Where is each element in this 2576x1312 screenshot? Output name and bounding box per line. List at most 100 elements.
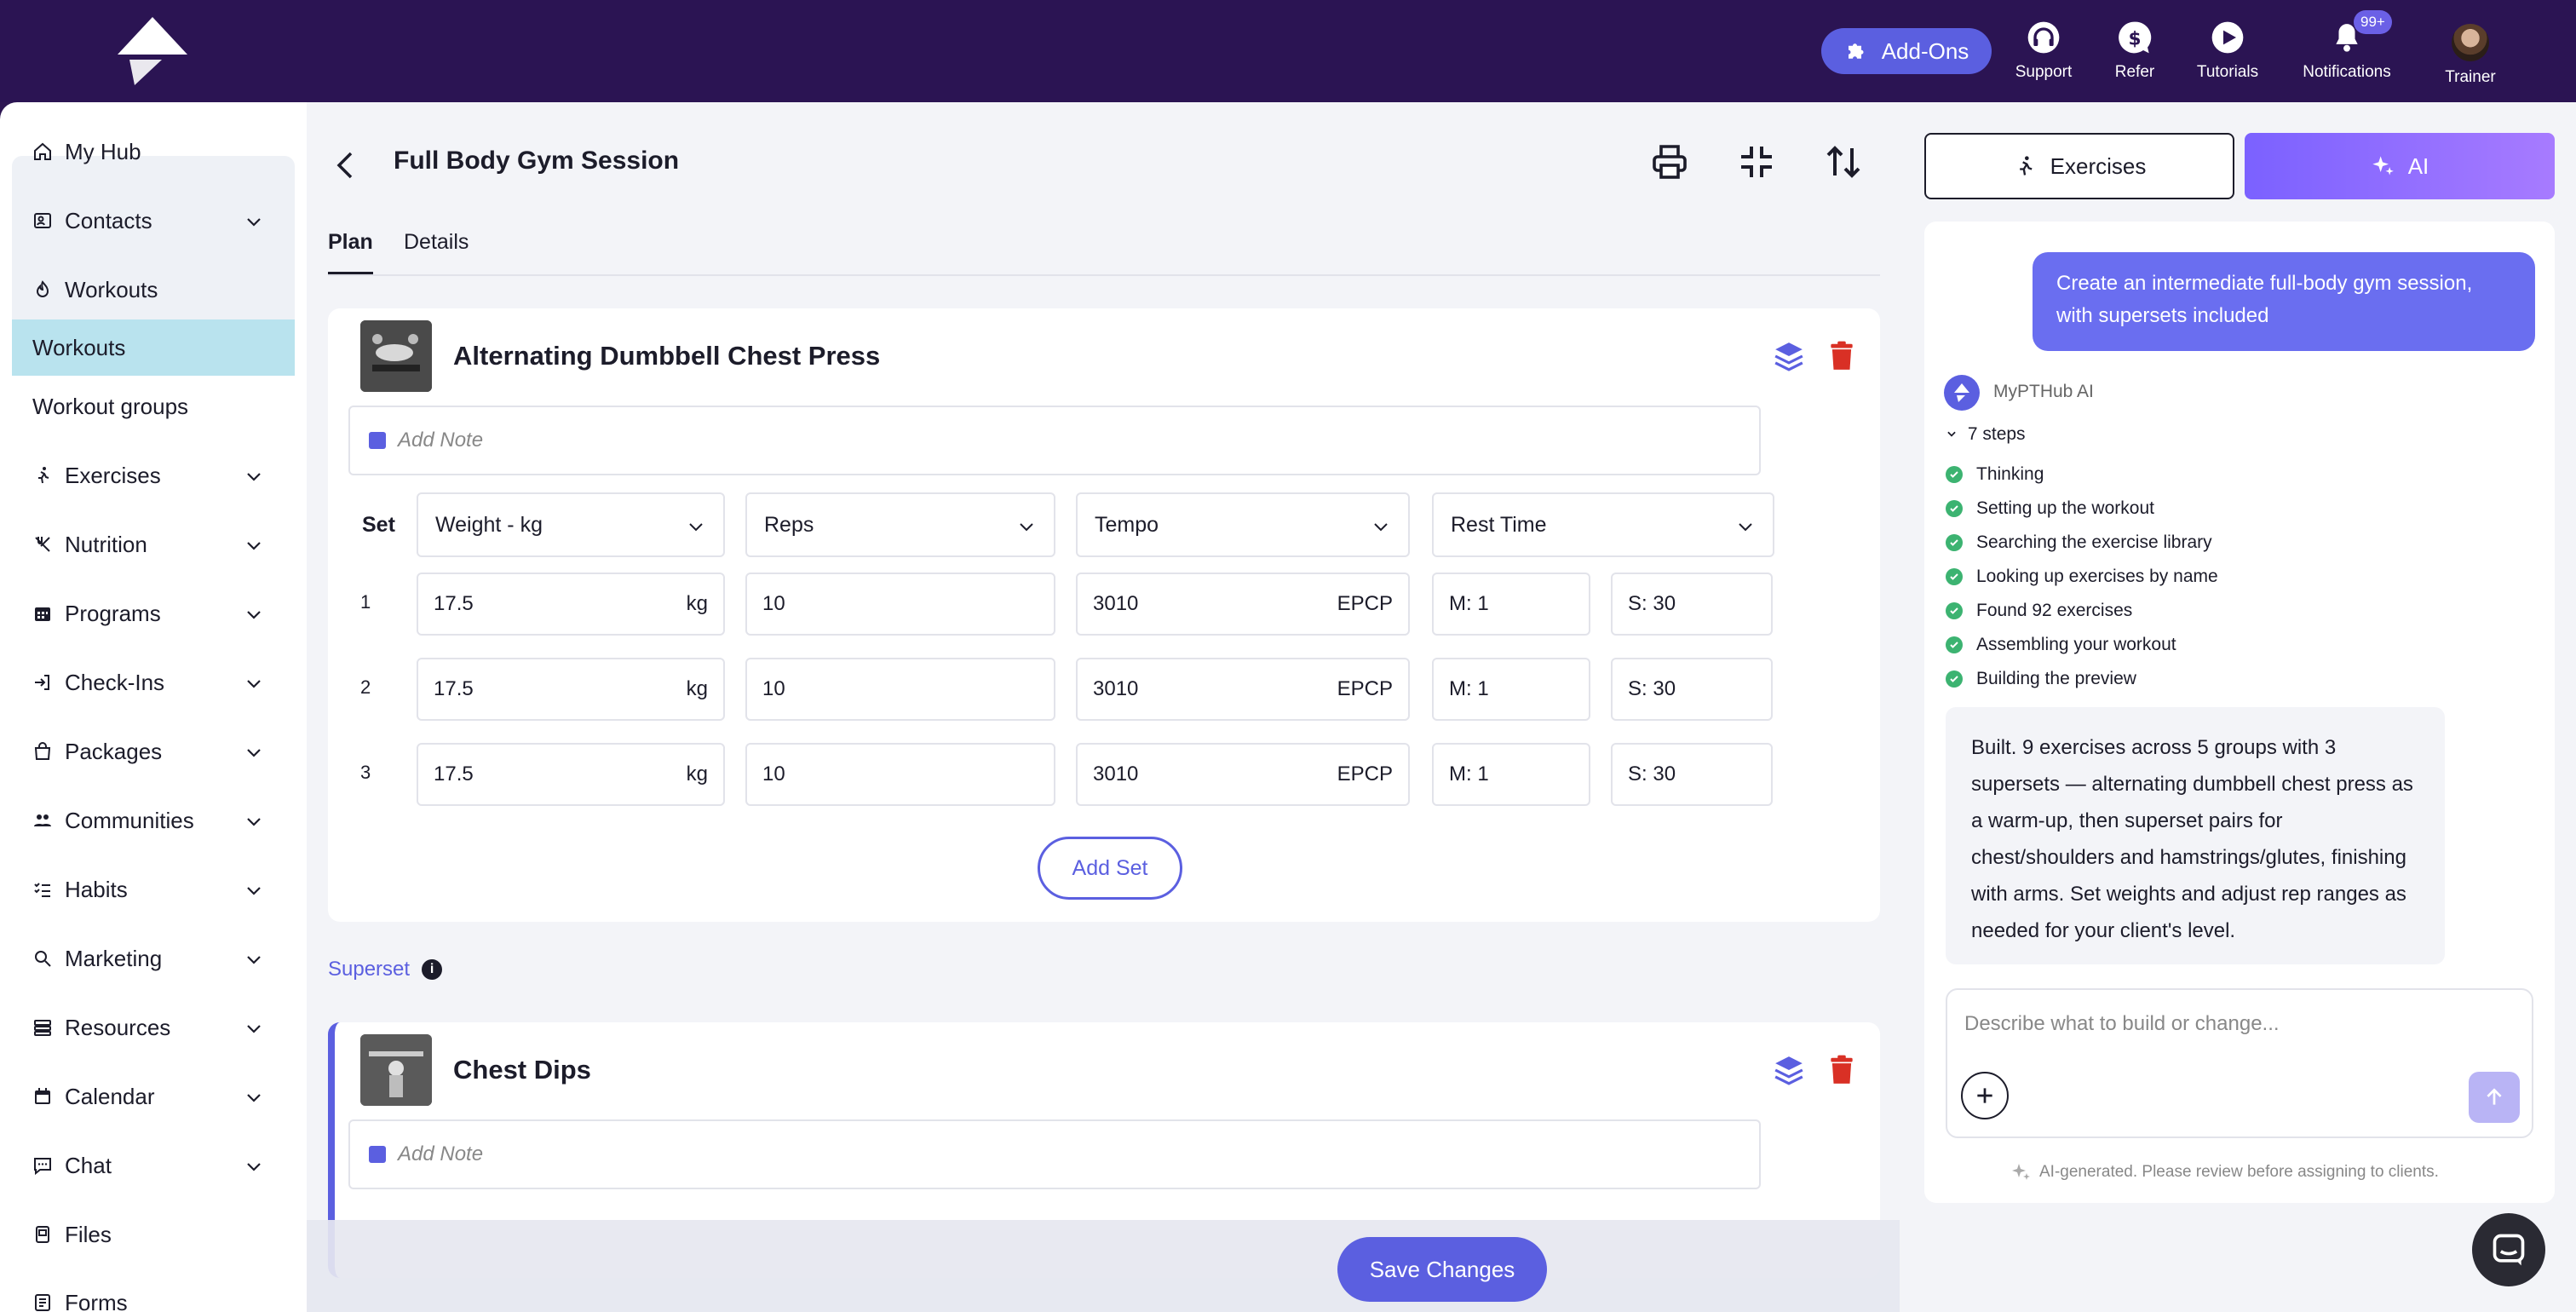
chat-composer[interactable]: Describe what to build or change...: [1946, 988, 2533, 1138]
sidebar-item-packages[interactable]: Packages: [12, 723, 295, 780]
chevron-down-icon[interactable]: [244, 466, 264, 486]
exercise-thumbnail[interactable]: [360, 1034, 432, 1106]
rest-seconds-value: S: 30: [1628, 762, 1676, 785]
ai-tab-button[interactable]: AI: [2245, 133, 2555, 199]
trash-icon[interactable]: [1826, 1053, 1858, 1087]
chevron-down-icon[interactable]: [244, 949, 264, 970]
support-button[interactable]: Support: [1992, 19, 2095, 82]
sidebar-item-label: Programs: [65, 600, 161, 626]
chevron-down-icon[interactable]: [244, 742, 264, 762]
send-button[interactable]: [2469, 1072, 2520, 1123]
weight-unit: kg: [686, 592, 708, 615]
tempo-column-dropdown[interactable]: Tempo: [1076, 492, 1410, 557]
rest-seconds-input[interactable]: S: 30: [1611, 743, 1773, 806]
chevron-down-icon[interactable]: [244, 604, 264, 624]
sidebar-item-files[interactable]: Files: [12, 1206, 295, 1263]
tempo-input[interactable]: 3010 EPCP: [1076, 658, 1410, 721]
reps-column-dropdown[interactable]: Reps: [745, 492, 1055, 557]
chevron-down-icon[interactable]: [244, 535, 264, 555]
step-item: Setting up the workout: [1946, 498, 2154, 519]
add-attachment-button[interactable]: [1961, 1072, 2009, 1119]
chevron-down-icon[interactable]: [244, 1018, 264, 1039]
step-item: Looking up exercises by name: [1946, 567, 2218, 587]
exercise-thumbnail[interactable]: [360, 320, 432, 392]
rest-minutes-value: M: 1: [1449, 677, 1489, 700]
weight-input[interactable]: 17.5 kg: [417, 658, 725, 721]
notifications-button[interactable]: 99+ Notifications: [2296, 10, 2398, 82]
step-label: Building the preview: [1976, 669, 2136, 688]
chat-input[interactable]: Describe what to build or change...: [1964, 1012, 2280, 1036]
chevron-down-icon[interactable]: [244, 1087, 264, 1108]
chevron-down-icon[interactable]: [244, 880, 264, 901]
tutorials-button[interactable]: Tutorials: [2176, 19, 2279, 82]
sidebar-item-communities[interactable]: Communities: [12, 792, 295, 849]
chevron-down-icon[interactable]: [244, 673, 264, 693]
tempo-value: 3010: [1093, 762, 1139, 785]
ai-disclaimer: AI-generated. Please review before assig…: [2010, 1162, 2439, 1183]
sidebar-item-resources[interactable]: Resources: [12, 999, 295, 1056]
collapse-icon[interactable]: [1736, 141, 1777, 182]
weight-column-dropdown[interactable]: Weight - kg: [417, 492, 725, 557]
check-icon: [1946, 602, 1963, 619]
add-note-field[interactable]: Add Note: [348, 406, 1761, 475]
reps-input[interactable]: 10: [745, 658, 1055, 721]
reps-input[interactable]: 10: [745, 743, 1055, 806]
chevron-down-icon[interactable]: [244, 211, 264, 232]
sidebar-item-habits[interactable]: Habits: [12, 861, 295, 918]
layers-icon[interactable]: [1773, 339, 1805, 373]
steps-toggle[interactable]: 7 steps: [1946, 424, 2026, 445]
exercises-tab-button[interactable]: Exercises: [1924, 133, 2234, 199]
sidebar-item-exercises[interactable]: Exercises: [12, 447, 295, 504]
chevron-down-icon[interactable]: [244, 811, 264, 832]
sidebar-subitem-workouts[interactable]: Workouts: [12, 319, 295, 376]
add-set-button[interactable]: Add Set: [1038, 837, 1182, 900]
rest-minutes-input[interactable]: M: 1: [1432, 573, 1590, 636]
reps-input[interactable]: 10: [745, 573, 1055, 636]
play-icon: [2209, 19, 2246, 56]
sidebar-subitem-workout-groups[interactable]: Workout groups: [12, 378, 295, 434]
sidebar-item-marketing[interactable]: Marketing: [12, 930, 295, 987]
sidebar-item-check-ins[interactable]: Check-Ins: [12, 654, 295, 711]
help-chat-button[interactable]: [2472, 1213, 2545, 1286]
rest-time-column-dropdown[interactable]: Rest Time: [1432, 492, 1774, 557]
sort-icon[interactable]: [1823, 141, 1864, 182]
rest-seconds-input[interactable]: S: 30: [1611, 658, 1773, 721]
reps-value: 10: [762, 592, 785, 615]
trainer-profile-button[interactable]: Trainer: [2419, 24, 2521, 87]
tab-plan[interactable]: Plan: [328, 230, 373, 274]
sidebar-item-chat[interactable]: Chat: [12, 1137, 295, 1194]
add-note-field[interactable]: Add Note: [348, 1119, 1761, 1189]
superset-label: Superset i: [328, 958, 443, 981]
rest-minutes-input[interactable]: M: 1: [1432, 743, 1590, 806]
info-icon[interactable]: i: [422, 959, 443, 980]
add-ons-button[interactable]: Add-Ons: [1821, 28, 1992, 74]
back-arrow-icon[interactable]: [332, 148, 358, 182]
tab-details[interactable]: Details: [404, 230, 469, 255]
tempo-input[interactable]: 3010 EPCP: [1076, 743, 1410, 806]
check-icon: [1946, 534, 1963, 551]
sidebar-item-programs[interactable]: Programs: [12, 585, 295, 642]
refer-button[interactable]: $ Refer: [2084, 19, 2186, 82]
rest-seconds-input[interactable]: S: 30: [1611, 573, 1773, 636]
sidebar-item-label: Nutrition: [65, 531, 147, 557]
trash-icon[interactable]: [1826, 339, 1858, 373]
weight-input[interactable]: 17.5 kg: [417, 743, 725, 806]
rest-minutes-input[interactable]: M: 1: [1432, 658, 1590, 721]
layers-icon[interactable]: [1773, 1053, 1805, 1087]
sidebar-item-workouts[interactable]: Workouts: [12, 262, 295, 318]
sidebar-item-nutrition[interactable]: Nutrition: [12, 516, 295, 573]
chevron-down-icon[interactable]: [244, 1156, 264, 1177]
calendar-icon: [31, 1085, 55, 1108]
print-icon[interactable]: [1649, 141, 1690, 182]
save-changes-button[interactable]: Save Changes: [1337, 1237, 1547, 1302]
sidebar-subitem-label: Workouts: [32, 334, 126, 360]
weight-input[interactable]: 17.5 kg: [417, 573, 725, 636]
ai-avatar-icon: [1944, 375, 1980, 411]
app-logo-icon[interactable]: [118, 17, 187, 85]
sidebar-item-forms[interactable]: Forms: [12, 1275, 295, 1312]
sidebar-item-contacts[interactable]: Contacts: [12, 193, 295, 249]
tempo-input[interactable]: 3010 EPCP: [1076, 573, 1410, 636]
step-item: Found 92 exercises: [1946, 601, 2132, 621]
sidebar-item-calendar[interactable]: Calendar: [12, 1068, 295, 1125]
sidebar-item-my-hub[interactable]: My Hub: [12, 124, 295, 180]
